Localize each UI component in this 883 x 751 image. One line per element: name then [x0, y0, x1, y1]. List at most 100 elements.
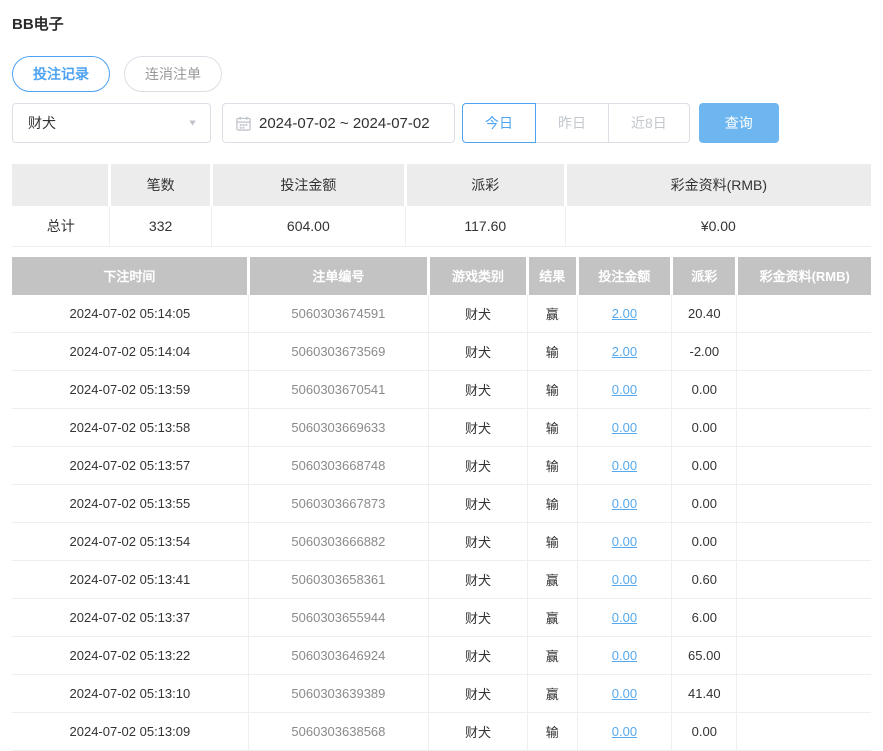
game-select[interactable]: 财犬 ▼ [12, 103, 211, 143]
records-header-order-no: 注单编号 [248, 257, 428, 295]
tab-bar: 投注记录 连消注单 [12, 56, 871, 92]
result-cell: 赢 [527, 599, 577, 637]
records-header-payout: 派彩 [672, 257, 737, 295]
payout-cell: 0.00 [672, 371, 737, 409]
bet-time-cell: 2024-07-02 05:13:57 [12, 447, 248, 485]
summary-header-row: 笔数 投注金额 派彩 彩金资料(RMB) [12, 164, 871, 206]
search-button[interactable]: 查询 [699, 103, 779, 143]
tab-cancelled-orders[interactable]: 连消注单 [124, 56, 222, 92]
game-type-cell: 财犬 [429, 409, 528, 447]
quick-today-button[interactable]: 今日 [462, 103, 536, 143]
summary-total-label: 总计 [12, 206, 110, 246]
record-row: 2024-07-02 05:13:105060303639389财犬赢 0.00 4… [12, 675, 871, 713]
record-row: 2024-07-02 05:13:585060303669633财犬输0.000… [12, 409, 871, 447]
order-no-cell: 5060303666882 [248, 523, 428, 561]
bet-time-cell: 2024-07-02 05:13:55 [12, 485, 248, 523]
bonus-cell [737, 371, 871, 409]
result-cell: 赢 [527, 675, 577, 713]
result-cell: 赢 [527, 561, 577, 599]
payout-cell: 0.00 [672, 485, 737, 523]
payout-cell: 41.40 [672, 675, 737, 713]
record-row: 2024-07-02 05:13:375060303655944财犬赢0.006… [12, 599, 871, 637]
calendar-icon [236, 116, 251, 131]
game-type-cell: 财犬 [429, 371, 528, 409]
record-row: 2024-07-02 05:13:595060303670541财犬输0.000… [12, 371, 871, 409]
quick-last8days-button[interactable]: 近8日 [608, 103, 690, 143]
page-title: BB电子 [12, 0, 871, 34]
bonus-cell [737, 599, 871, 637]
order-no-cell: 5060303658361 [248, 561, 428, 599]
bet-amount-link[interactable]: 0.00 [612, 686, 637, 701]
game-type-cell: 财犬 [429, 333, 528, 371]
bet-amount-cell: 0.00 [577, 447, 671, 485]
bet-amount-link[interactable]: 0.00 [612, 534, 637, 549]
summary-header-bonus: 彩金资料(RMB) [565, 164, 871, 206]
result-cell: 输 [527, 523, 577, 561]
summary-total-payout: 117.60 [405, 206, 565, 246]
game-type-cell: 财犬 [429, 447, 528, 485]
bet-amount-cell: 0.00 [577, 675, 671, 713]
bonus-cell [737, 637, 871, 675]
main-content: BB电子 投注记录 连消注单 财犬 ▼ 2024-07- [0, 0, 871, 751]
bonus-cell [737, 675, 871, 713]
filter-bar: 财犬 ▼ 2024-07-02 ~ 2024-07-02 今日 昨日 [12, 103, 871, 143]
record-row: 2024-07-02 05:13:545060303666882财犬输0.000… [12, 523, 871, 561]
tab-bet-records-label: 投注记录 [33, 64, 89, 84]
bet-amount-cell: 0.00 [577, 371, 671, 409]
bet-amount-link[interactable]: 2.00 [612, 306, 637, 321]
result-cell: 输 [527, 409, 577, 447]
records-header-bonus: 彩金资料(RMB) [737, 257, 871, 295]
bonus-cell [737, 295, 871, 333]
order-no-cell: 5060303668748 [248, 447, 428, 485]
tab-bet-records[interactable]: 投注记录 [12, 56, 110, 92]
bet-amount-link[interactable]: 0.00 [612, 610, 637, 625]
result-cell: 输 [527, 371, 577, 409]
records-table: 下注时间 注单编号 游戏类别 结果 投注金额 派彩 彩金资料(RMB) 2024… [12, 257, 871, 751]
bonus-cell [737, 561, 871, 599]
quick-today-label: 今日 [485, 113, 513, 133]
bet-amount-cell: 2.00 [577, 333, 671, 371]
summary-total-bonus: ¥0.00 [565, 206, 871, 246]
order-no-cell: 5060303670541 [248, 371, 428, 409]
summary-total-count: 332 [110, 206, 211, 246]
bet-amount-cell: 0.00 [577, 599, 671, 637]
game-type-cell: 财犬 [429, 675, 528, 713]
records-tbody: 2024-07-02 05:14:055060303674591财犬赢2.002… [12, 295, 871, 751]
bet-amount-link[interactable]: 0.00 [612, 382, 637, 397]
records-header-bet: 投注金额 [577, 257, 671, 295]
record-row: 2024-07-02 05:13:225060303646924财犬赢0.006… [12, 637, 871, 675]
bet-time-cell: 2024-07-02 05:13:41 [12, 561, 248, 599]
record-row: 2024-07-02 05:14:055060303674591财犬赢2.002… [12, 295, 871, 333]
bet-amount-link[interactable]: 0.00 [612, 496, 637, 511]
bonus-cell [737, 485, 871, 523]
order-no-cell: 5060303646924 [248, 637, 428, 675]
payout-cell: 20.40 [672, 295, 737, 333]
result-cell: 赢 [527, 637, 577, 675]
quick-yesterday-button[interactable]: 昨日 [535, 103, 609, 143]
bet-time-cell: 2024-07-02 05:13:37 [12, 599, 248, 637]
result-cell: 输 [527, 333, 577, 371]
date-range-input[interactable]: 2024-07-02 ~ 2024-07-02 [222, 103, 455, 143]
bet-amount-link[interactable]: 0.00 [612, 648, 637, 663]
bet-amount-cell: 0.00 [577, 523, 671, 561]
order-no-cell: 5060303639389 [248, 675, 428, 713]
record-row: 2024-07-02 05:13:415060303658361财犬赢0.000… [12, 561, 871, 599]
order-no-cell: 5060303667873 [248, 485, 428, 523]
records-header-result: 结果 [527, 257, 577, 295]
bet-amount-link[interactable]: 0.00 [612, 458, 637, 473]
summary-total-row: 总计 332 604.00 117.60 ¥0.00 [12, 206, 871, 246]
game-type-cell: 财犬 [429, 599, 528, 637]
bet-amount-link[interactable]: 0.00 [612, 420, 637, 435]
bet-amount-cell: 2.00 [577, 295, 671, 333]
bet-amount-link[interactable]: 0.00 [612, 572, 637, 587]
bet-amount-link[interactable]: 2.00 [612, 344, 637, 359]
records-header-game: 游戏类别 [429, 257, 528, 295]
quick-yesterday-label: 昨日 [558, 113, 586, 133]
quick-date-group: 今日 昨日 近8日 [462, 103, 690, 143]
bet-amount-cell: 0.00 [577, 637, 671, 675]
summary-header-payout: 派彩 [405, 164, 565, 206]
result-cell: 输 [527, 447, 577, 485]
record-row: 2024-07-02 05:14:045060303673569财犬输2.00-… [12, 333, 871, 371]
bet-time-cell: 2024-07-02 05:13:10 [12, 675, 248, 713]
game-type-cell: 财犬 [429, 637, 528, 675]
